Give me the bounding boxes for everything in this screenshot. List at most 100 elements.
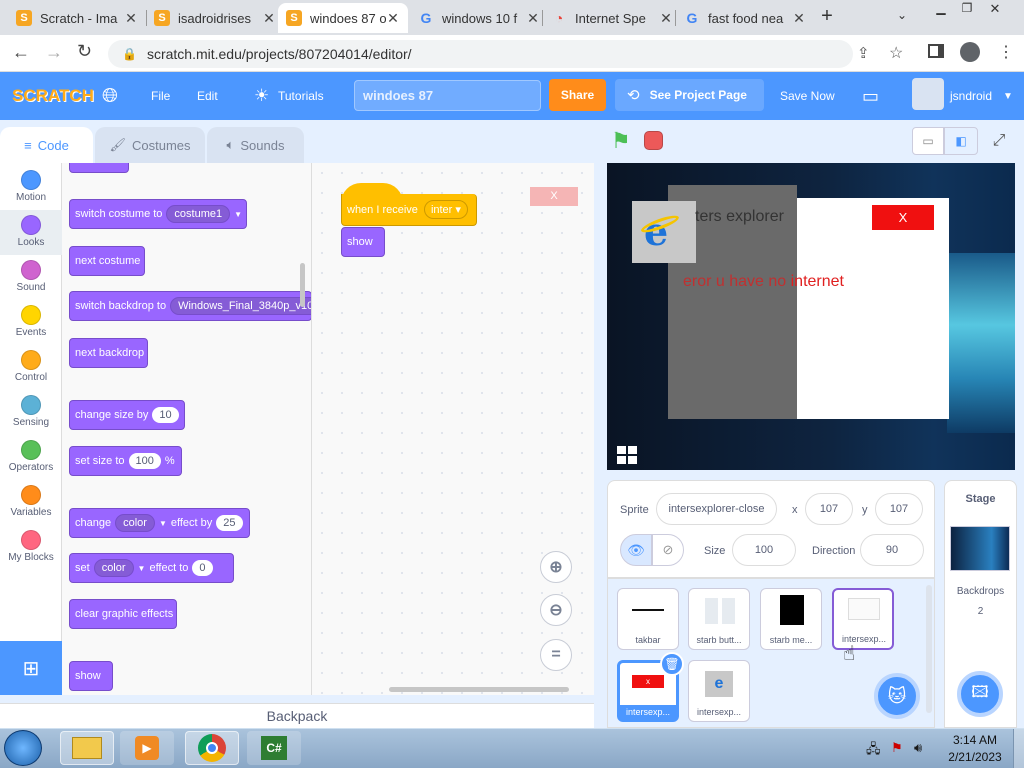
side-panel-icon[interactable] bbox=[928, 44, 944, 58]
effect-change-input[interactable]: 25 bbox=[216, 515, 243, 531]
hide-sprite-button[interactable]: ⊘ bbox=[652, 534, 684, 566]
effect-dropdown[interactable]: color bbox=[93, 559, 134, 577]
project-title-input[interactable]: windoes 87 bbox=[354, 80, 541, 111]
chrome-icon[interactable] bbox=[185, 731, 239, 765]
url-bar[interactable]: 🔒 scratch.mit.edu/projects/807204014/edi… bbox=[108, 40, 853, 68]
large-stage-button[interactable]: ◧ bbox=[944, 127, 978, 155]
csharp-app-icon[interactable]: C# bbox=[247, 731, 301, 765]
kebab-menu-icon[interactable]: ⋮ bbox=[998, 42, 1014, 62]
browser-tab[interactable]: S Scratch - Ima ✕ bbox=[8, 3, 146, 33]
clock-date[interactable]: 2/21/2023 bbox=[942, 750, 1008, 764]
sprite-size-input[interactable]: 100 bbox=[732, 534, 796, 566]
clear-effects-block[interactable]: clear graphic effects bbox=[69, 599, 177, 629]
reload-icon[interactable]: ↻ bbox=[77, 41, 92, 62]
save-now-button[interactable]: Save Now bbox=[780, 72, 835, 120]
category-control[interactable]: Control bbox=[0, 345, 62, 390]
choose-sprite-button[interactable]: 🐱︎ bbox=[874, 673, 920, 719]
share-page-icon[interactable]: ⇪ bbox=[857, 44, 870, 62]
show-sprite-button[interactable]: 👁︎ bbox=[620, 534, 652, 566]
fullscreen-icon[interactable]: ⤢ bbox=[984, 127, 1014, 155]
choose-backdrop-button[interactable]: 🖾︎ bbox=[957, 671, 1003, 717]
trash-icon[interactable]: 🗑︎ bbox=[660, 652, 684, 676]
next-backdrop-block[interactable]: next backdrop bbox=[69, 338, 148, 368]
chevron-down-icon[interactable]: ⌄ bbox=[897, 8, 907, 22]
sprite-direction-input[interactable]: 90 bbox=[860, 534, 924, 566]
category-my-blocks[interactable]: My Blocks bbox=[0, 525, 62, 570]
category-sensing[interactable]: Sensing bbox=[0, 390, 62, 435]
show-desktop-button[interactable] bbox=[1013, 729, 1024, 768]
see-project-page-button[interactable]: ⟲ See Project Page bbox=[615, 79, 764, 111]
stage-pane[interactable]: Stage Backdrops 2 🖾︎ bbox=[944, 480, 1017, 728]
user-avatar[interactable] bbox=[912, 78, 944, 110]
close-icon[interactable]: ✕ bbox=[124, 10, 138, 27]
add-extension-button[interactable]: ⊞ bbox=[0, 641, 62, 695]
category-variables[interactable]: Variables bbox=[0, 480, 62, 525]
browser-tab[interactable]: ◔ Internet Spe ✕ bbox=[543, 3, 681, 33]
backdrop-dropdown[interactable]: Windows_Final_3840p_v10 bbox=[170, 297, 311, 315]
tab-sounds[interactable]: 🔈︎ Sounds bbox=[207, 127, 304, 163]
close-icon[interactable]: ✕ bbox=[526, 10, 540, 27]
close-icon[interactable]: ✕ bbox=[262, 10, 276, 27]
size-change-input[interactable]: 10 bbox=[152, 407, 179, 423]
sprite-thumb-start-button[interactable]: starb butt... bbox=[688, 588, 750, 650]
category-events[interactable]: Events bbox=[0, 300, 62, 345]
effect-dropdown[interactable]: color bbox=[115, 514, 155, 532]
backpack-bar[interactable]: Backpack bbox=[0, 703, 594, 728]
show-block[interactable]: show bbox=[69, 661, 113, 691]
restore-icon[interactable]: ❐ bbox=[958, 1, 976, 17]
switch-backdrop-block[interactable]: switch backdrop to Windows_Final_3840p_v… bbox=[69, 291, 311, 321]
next-costume-block[interactable]: next costume bbox=[69, 246, 145, 276]
sprite-thumb-intersexplorer-2[interactable]: e intersexp... bbox=[688, 660, 750, 722]
stage-canvas[interactable]: e ters explorer X eror u have no interne… bbox=[607, 163, 1015, 470]
sprite-thumb-intersexplorer[interactable]: intersexp... bbox=[832, 588, 894, 650]
window-close-button[interactable]: X bbox=[872, 205, 934, 230]
switch-costume-block[interactable]: switch costume to costume1 ▼ bbox=[69, 199, 247, 229]
close-icon[interactable]: ✕ bbox=[386, 10, 400, 27]
forward-arrow-icon[interactable]: → bbox=[45, 42, 63, 63]
flag-alert-icon[interactable]: ⚑ bbox=[891, 740, 903, 756]
window-close-icon[interactable]: ✕ bbox=[986, 1, 1004, 17]
clock-time[interactable]: 3:14 AM bbox=[942, 733, 1008, 747]
browser-tab[interactable]: S isadroidrises ✕ bbox=[146, 3, 284, 33]
browser-tab[interactable]: G fast food nea ✕ bbox=[676, 3, 814, 33]
category-sound[interactable]: Sound bbox=[0, 255, 62, 300]
scripts-scrollbar[interactable] bbox=[389, 687, 569, 692]
show-block[interactable]: show bbox=[341, 227, 385, 257]
category-operators[interactable]: Operators bbox=[0, 435, 62, 480]
tab-code[interactable]: ≡ Code bbox=[0, 127, 93, 163]
palette-block[interactable] bbox=[69, 163, 129, 173]
file-menu[interactable]: File bbox=[151, 72, 170, 120]
set-size-block[interactable]: set size to 100 % bbox=[69, 446, 182, 476]
profile-avatar-icon[interactable] bbox=[960, 42, 980, 62]
new-tab-icon[interactable]: + bbox=[816, 5, 838, 27]
tab-costumes[interactable]: 🖌︎ Costumes bbox=[95, 127, 205, 163]
sprite-x-input[interactable]: 107 bbox=[805, 493, 853, 525]
share-button[interactable]: Share bbox=[549, 79, 606, 111]
file-explorer-icon[interactable] bbox=[60, 731, 114, 765]
scripts-area[interactable]: when I receive inter ▾ show X ⊕ ⊖ = bbox=[312, 163, 594, 695]
sprite-name-input[interactable]: intersexplorer-close bbox=[656, 493, 777, 525]
scratch-logo[interactable]: SCRATCH bbox=[12, 72, 94, 120]
close-icon[interactable]: ✕ bbox=[792, 10, 806, 27]
tutorials-menu[interactable]: Tutorials bbox=[278, 72, 324, 120]
sprite-list-scrollbar[interactable] bbox=[926, 585, 932, 713]
edit-menu[interactable]: Edit bbox=[197, 72, 218, 120]
message-dropdown[interactable]: inter ▾ bbox=[423, 200, 468, 219]
network-icon[interactable]: 🖧︎ bbox=[866, 740, 881, 762]
small-stage-button[interactable]: ▭ bbox=[912, 127, 944, 155]
zoom-out-button[interactable]: ⊖ bbox=[540, 594, 572, 626]
category-looks[interactable]: Looks bbox=[0, 210, 62, 255]
stop-icon[interactable] bbox=[644, 131, 663, 150]
minimize-icon[interactable]: ▁ bbox=[930, 1, 952, 17]
browser-tab[interactable]: G windows 10 f ✕ bbox=[410, 3, 548, 33]
sprite-thumb-takbar[interactable]: takbar bbox=[617, 588, 679, 650]
browser-tab-active[interactable]: S windoes 87 o ✕ bbox=[278, 3, 408, 33]
windows-start-orb[interactable] bbox=[4, 730, 42, 766]
green-flag-icon[interactable]: ⚑ bbox=[611, 128, 631, 154]
volume-icon[interactable]: 🔊︎ bbox=[914, 740, 922, 756]
effect-value-input[interactable]: 0 bbox=[192, 560, 213, 576]
change-size-block[interactable]: change size by 10 bbox=[69, 400, 185, 430]
back-arrow-icon[interactable]: ← bbox=[12, 42, 30, 63]
change-effect-block[interactable]: change color ▼ effect by 25 bbox=[69, 508, 250, 538]
bookmark-star-icon[interactable]: ☆ bbox=[889, 43, 903, 63]
